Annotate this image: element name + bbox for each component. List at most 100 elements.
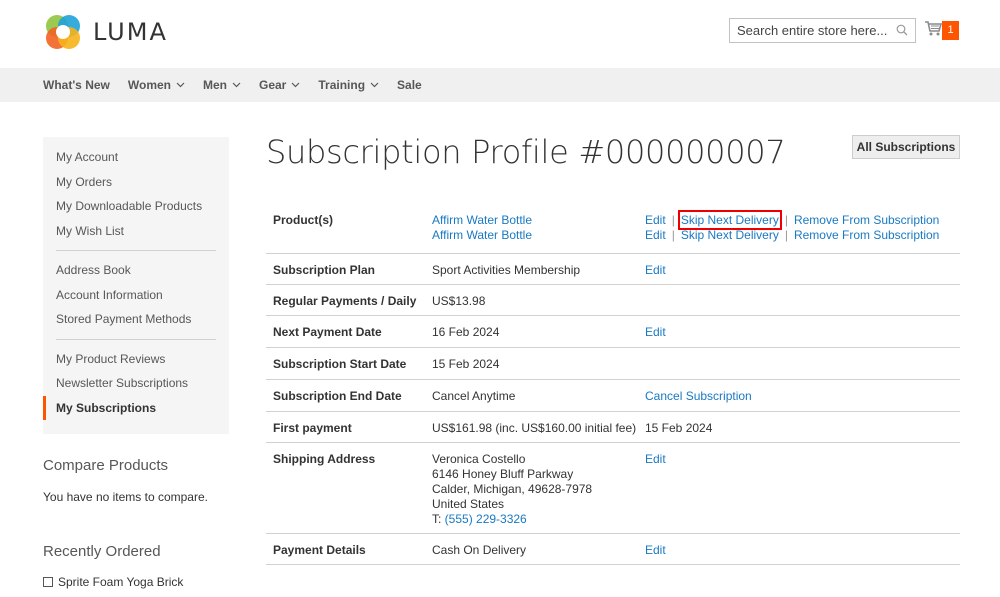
product-actions-cell: Edit | Skip Next Delivery | Remove From Subs… (638, 204, 960, 253)
edit-plan-link[interactable]: Edit (645, 263, 666, 277)
subscription-details-table: Product(s) Affirm Water Bottle Affirm Wa… (266, 204, 960, 565)
nav-item-whats-new[interactable]: What's New (43, 78, 110, 92)
table-row-plan: Subscription Plan Sport Activities Membe… (266, 253, 960, 284)
sidebar-item-my-subscriptions[interactable]: My Subscriptions (43, 395, 229, 420)
remove-from-subscription-link[interactable]: Remove From Subscription (794, 228, 939, 242)
chevron-down-icon (176, 82, 185, 88)
nav-item-sale[interactable]: Sale (397, 78, 422, 92)
nav-item-label: Training (318, 78, 366, 92)
table-row-next-payment: Next Payment Date 16 Feb 2024 Edit (266, 315, 960, 347)
search-box (729, 18, 916, 43)
main-navigation: What's New Women Men Gear Training Sale (0, 68, 1000, 102)
separator: | (784, 213, 788, 227)
search-input[interactable] (730, 19, 890, 42)
chevron-down-icon (232, 82, 241, 88)
address-line: Veronica Costello (432, 451, 526, 466)
first-payment-date: 15 Feb 2024 (645, 420, 713, 435)
row-value: Sport Activities Membership (432, 262, 581, 277)
sidebar-item-stored-payment-methods[interactable]: Stored Payment Methods (43, 307, 229, 332)
products-cell: Affirm Water Bottle Affirm Water Bottle (425, 204, 638, 253)
luma-logo-icon (46, 15, 80, 49)
all-subscriptions-button[interactable]: All Subscriptions (852, 135, 960, 159)
chevron-down-icon (291, 82, 300, 88)
table-row-payment-details: Payment Details Cash On Delivery Edit (266, 533, 960, 564)
separator: | (671, 228, 675, 242)
table-row-first-payment: First payment US$161.98 (inc. US$160.00 … (266, 411, 960, 442)
minicart[interactable]: 1 (924, 20, 960, 40)
skip-next-delivery-link[interactable]: Skip Next Delivery (681, 228, 779, 242)
separator: | (784, 228, 788, 242)
cancel-subscription-link[interactable]: Cancel Subscription (645, 389, 752, 403)
row-label: Subscription End Date (273, 388, 402, 403)
table-row-start-date: Subscription Start Date 15 Feb 2024 (266, 347, 960, 379)
phone-prefix: T: (432, 511, 445, 526)
page-title: Subscription Profile #000000007 (266, 133, 786, 171)
row-value: Cancel Anytime (432, 388, 516, 403)
edit-payment-link[interactable]: Edit (645, 543, 666, 557)
cart-icon (925, 21, 942, 36)
edit-next-payment-link[interactable]: Edit (645, 325, 666, 339)
row-value: Cash On Delivery (432, 542, 527, 557)
table-row-regular-payments: Regular Payments / Daily US$13.98 (266, 284, 960, 315)
edit-product-link[interactable]: Edit (645, 213, 666, 227)
nav-item-label: Gear (259, 78, 287, 92)
chevron-down-icon (370, 82, 379, 88)
sidebar-item-address-book[interactable]: Address Book (43, 258, 229, 283)
edit-shipping-link[interactable]: Edit (645, 452, 666, 466)
table-row-end-date: Subscription End Date Cancel Anytime Can… (266, 379, 960, 411)
row-label: Payment Details (273, 542, 366, 557)
nav-item-women[interactable]: Women (128, 78, 185, 92)
store-logo[interactable]: LUMA (43, 12, 168, 52)
sidebar-item-newsletter-subscriptions[interactable]: Newsletter Subscriptions (43, 371, 229, 396)
recent-item-checkbox[interactable] (43, 577, 53, 587)
shipping-address: Veronica Costello 6146 Honey Bluff Parkw… (425, 442, 638, 533)
phone-link[interactable]: (555) 229-3326 (445, 512, 527, 526)
row-label: Next Payment Date (273, 324, 382, 339)
product-link[interactable]: Affirm Water Bottle (432, 228, 532, 242)
sidebar-divider (56, 338, 216, 340)
row-value: US$161.98 (inc. US$160.00 initial fee) (432, 420, 637, 435)
sidebar-item-wish-list[interactable]: My Wish List (43, 219, 229, 244)
row-label: Subscription Start Date (273, 356, 407, 371)
address-line: 6146 Honey Bluff Parkway (432, 466, 574, 481)
sidebar-item-my-orders[interactable]: My Orders (43, 170, 229, 195)
logo-text: LUMA (93, 18, 168, 46)
edit-product-link[interactable]: Edit (645, 228, 666, 242)
recent-item-label: Sprite Foam Yoga Brick (58, 575, 184, 589)
table-row-shipping-address: Shipping Address Veronica Costello 6146 … (266, 442, 960, 533)
skip-next-delivery-link[interactable]: Skip Next Delivery (677, 210, 782, 230)
nav-item-label: Men (203, 78, 227, 92)
compare-products-empty-text: You have no items to compare. (43, 490, 208, 504)
account-sidebar: My Account My Orders My Downloadable Pro… (43, 137, 229, 434)
address-line: United States (432, 496, 505, 511)
remove-from-subscription-link[interactable]: Remove From Subscription (794, 213, 939, 227)
row-value: US$13.98 (432, 293, 486, 308)
sidebar-divider (56, 250, 216, 251)
nav-item-label: Sale (397, 78, 422, 92)
nav-item-gear[interactable]: Gear (259, 78, 300, 92)
sidebar-item-account-information[interactable]: Account Information (43, 283, 229, 308)
nav-item-training[interactable]: Training (318, 78, 379, 92)
sidebar-item-my-account[interactable]: My Account (43, 145, 229, 170)
recently-ordered-item: Sprite Foam Yoga Brick (43, 575, 183, 589)
nav-item-men[interactable]: Men (203, 78, 241, 92)
sidebar-item-downloadable-products[interactable]: My Downloadable Products (43, 194, 229, 219)
separator: | (671, 213, 675, 227)
recently-ordered-title: Recently Ordered (43, 543, 161, 560)
header: LUMA 1 (0, 0, 1000, 68)
sidebar-item-product-reviews[interactable]: My Product Reviews (43, 347, 229, 372)
nav-item-label: What's New (43, 78, 110, 92)
row-label: Product(s) (273, 213, 333, 227)
search-icon[interactable] (896, 24, 908, 36)
row-label: Shipping Address (273, 451, 376, 466)
address-line: Calder, Michigan, 49628-7978 (432, 481, 593, 496)
row-value: 16 Feb 2024 (432, 324, 500, 339)
product-link[interactable]: Affirm Water Bottle (432, 213, 532, 227)
table-row-products: Product(s) Affirm Water Bottle Affirm Wa… (266, 204, 960, 253)
row-label: First payment (273, 420, 352, 435)
row-label: Subscription Plan (273, 262, 376, 277)
row-value: 15 Feb 2024 (432, 356, 500, 371)
nav-item-label: Women (127, 78, 171, 92)
cart-count-badge: 1 (942, 21, 959, 40)
compare-products-title: Compare Products (43, 457, 169, 474)
